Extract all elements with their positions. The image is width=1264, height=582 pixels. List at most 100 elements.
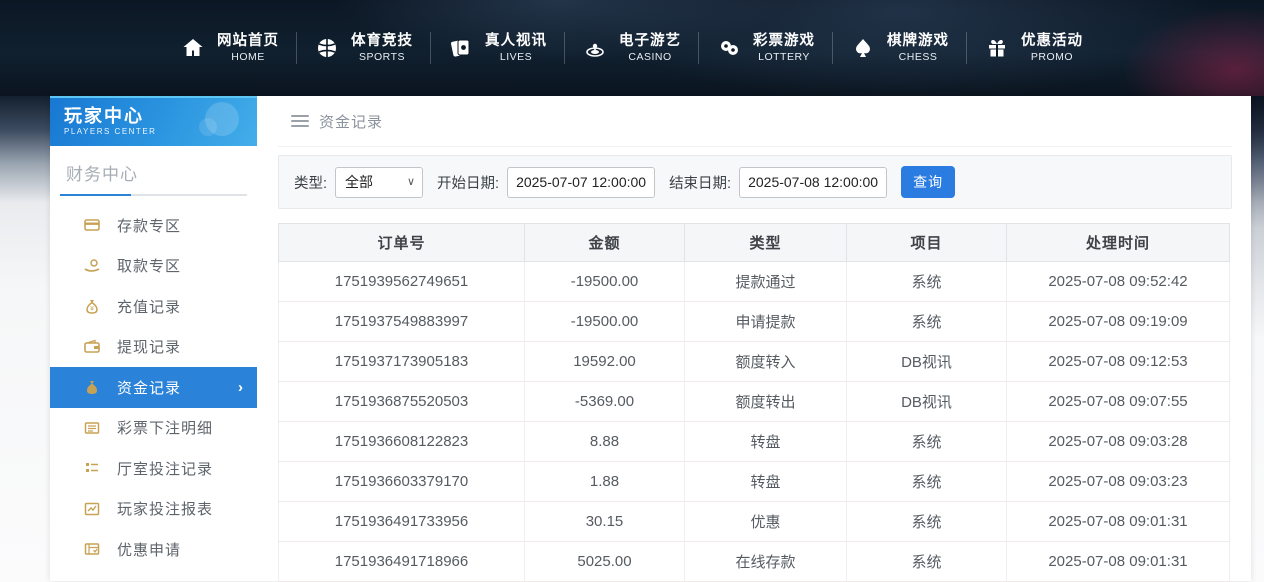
project: 系统 [847,262,1007,302]
project: DB视讯 [847,382,1007,422]
table-row: 1751937173905183 19592.00 额度转入 DB视讯 2025… [279,342,1230,382]
page-title: 资金记录 [319,111,383,132]
type: 申请提款 [685,302,847,342]
finance-center-section-title: 财务中心 [50,146,257,185]
table-row: 1751936603379170 1.88 转盘 系统 2025-07-08 0… [279,462,1230,502]
type: 优惠 [685,502,847,542]
sidebar-item-lottery-bet-detail[interactable]: 彩票下注明细 [50,408,257,449]
type: 额度转出 [685,382,847,422]
end-date-label: 结束日期: [669,172,731,193]
player-report-icon [84,501,100,517]
project: 系统 [847,542,1007,582]
table-row: 1751936491718966 5025.00 在线存款 系统 2025-07… [279,542,1230,582]
lottery-balls-icon [716,35,742,61]
project: 系统 [847,422,1007,462]
live-cards-icon [448,35,474,61]
home-icon [180,35,206,61]
table-row: 1751936875520503 -5369.00 额度转出 DB视讯 2025… [279,382,1230,422]
recharge-bag-icon: ¥ [84,298,100,314]
col-order-number: 订单号 [279,224,525,262]
breadcrumb: 资金记录 [278,96,1232,147]
amount: -19500.00 [525,302,685,342]
chevron-right-icon: › [238,379,243,396]
nav-item-chess[interactable]: 棋牌游戏 CHESS [833,19,966,77]
type: 转盘 [685,422,847,462]
order-number: 1751937173905183 [279,342,525,382]
funds-bag-icon [84,379,100,395]
svg-text:¥: ¥ [90,306,94,313]
amount: -5369.00 [525,382,685,422]
type: 提款通过 [685,262,847,302]
query-button[interactable]: 查询 [901,166,955,198]
deposit-card-icon [84,217,100,233]
process-time: 2025-07-08 09:03:28 [1007,422,1230,462]
nav-menu: 网站首页 HOME 体育竞技 SPORTS 真人视讯 LIVES [163,0,1100,96]
col-amount: 金额 [525,224,685,262]
sidebar-item-withdraw-zone[interactable]: 取款专区 [50,246,257,287]
sidebar-item-withdrawal-records[interactable]: 提现记录 [50,327,257,368]
main-content: 资金记录 类型: 全部 ∨ 开始日期: 结束日期: 查询 订单号 金额 类 [278,96,1232,581]
nav-item-home[interactable]: 网站首页 HOME [163,19,296,77]
circle-decoration [199,118,217,136]
type-select[interactable]: 全部 [335,167,423,198]
table-row: 1751939562749651 -19500.00 提款通过 系统 2025-… [279,262,1230,302]
nav-item-casino[interactable]: 电子游艺 CASINO [565,19,698,77]
withdraw-coin-icon [84,258,100,274]
order-number: 1751936608122823 [279,422,525,462]
sidebar-item-hall-bet-records[interactable]: 厅室投注记录 [50,448,257,489]
nav-item-lives[interactable]: 真人视讯 LIVES [431,19,564,77]
sidebar-item-deposit-zone[interactable]: 存款专区 [50,205,257,246]
nav-item-promo[interactable]: 优惠活动 PROMO [967,19,1100,77]
withdraw-wallet-icon [84,339,100,355]
promo-gift-icon [984,35,1010,61]
hamburger-menu-icon[interactable] [291,112,309,130]
chess-spade-icon [850,35,876,61]
order-number: 1751939562749651 [279,262,525,302]
col-process-time: 处理时间 [1007,224,1230,262]
process-time: 2025-07-08 09:01:31 [1007,502,1230,542]
amount: 19592.00 [525,342,685,382]
col-type: 类型 [685,224,847,262]
start-date-input[interactable] [507,167,655,198]
amount: -19500.00 [525,262,685,302]
sports-ball-icon [314,35,340,61]
order-number: 1751936491733956 [279,502,525,542]
process-time: 2025-07-08 09:03:23 [1007,462,1230,502]
table-row: 1751936608122823 8.88 转盘 系统 2025-07-08 0… [279,422,1230,462]
project: 系统 [847,462,1007,502]
nav-item-lottery[interactable]: 彩票游戏 LOTTERY [699,19,832,77]
order-number: 1751936491718966 [279,542,525,582]
sidebar-item-player-bet-report[interactable]: 玩家投注报表 [50,489,257,530]
sidebar-item-promo-apply[interactable]: 优惠申请 [50,529,257,570]
project: 系统 [847,302,1007,342]
table-row: 1751937549883997 -19500.00 申请提款 系统 2025-… [279,302,1230,342]
amount: 30.15 [525,502,685,542]
filter-bar: 类型: 全部 ∨ 开始日期: 结束日期: 查询 [278,155,1232,209]
col-project: 项目 [847,224,1007,262]
sidebar: 玩家中心 PLAYERS CENTER 财务中心 存款专区 取款专区 ¥ [50,96,257,581]
nav-item-sports[interactable]: 体育竞技 SPORTS [297,19,430,77]
top-navigation: 网站首页 HOME 体育竞技 SPORTS 真人视讯 LIVES [0,0,1264,96]
hall-bet-list-icon [84,460,100,476]
sidebar-menu: 存款专区 取款专区 ¥ 充值记录 提现记录 [50,205,257,581]
start-date-label: 开始日期: [437,172,499,193]
content-panel: 玩家中心 PLAYERS CENTER 财务中心 存款专区 取款专区 ¥ [50,96,1251,581]
project: 系统 [847,502,1007,542]
lottery-detail-icon [84,420,100,436]
type: 转盘 [685,462,847,502]
section-divider [60,194,247,196]
funds-record-table: 订单号 金额 类型 项目 处理时间 1751939562749651 -1950… [278,223,1230,582]
amount: 8.88 [525,422,685,462]
end-date-input[interactable] [739,167,887,198]
order-number: 1751936603379170 [279,462,525,502]
sidebar-item-funds-records[interactable]: 资金记录 › [50,367,257,408]
sidebar-item-recharge-records[interactable]: ¥ 充值记录 [50,286,257,327]
process-time: 2025-07-08 09:19:09 [1007,302,1230,342]
table-row: 1751936491733956 30.15 优惠 系统 2025-07-08 … [279,502,1230,542]
table-header-row: 订单号 金额 类型 项目 处理时间 [279,224,1230,262]
casino-roulette-icon [582,35,608,61]
process-time: 2025-07-08 09:01:31 [1007,542,1230,582]
order-number: 1751936875520503 [279,382,525,422]
players-center-header[interactable]: 玩家中心 PLAYERS CENTER [50,96,257,146]
sidebar-item-promo-apply-records[interactable]: 优惠申请记录 [50,570,257,582]
